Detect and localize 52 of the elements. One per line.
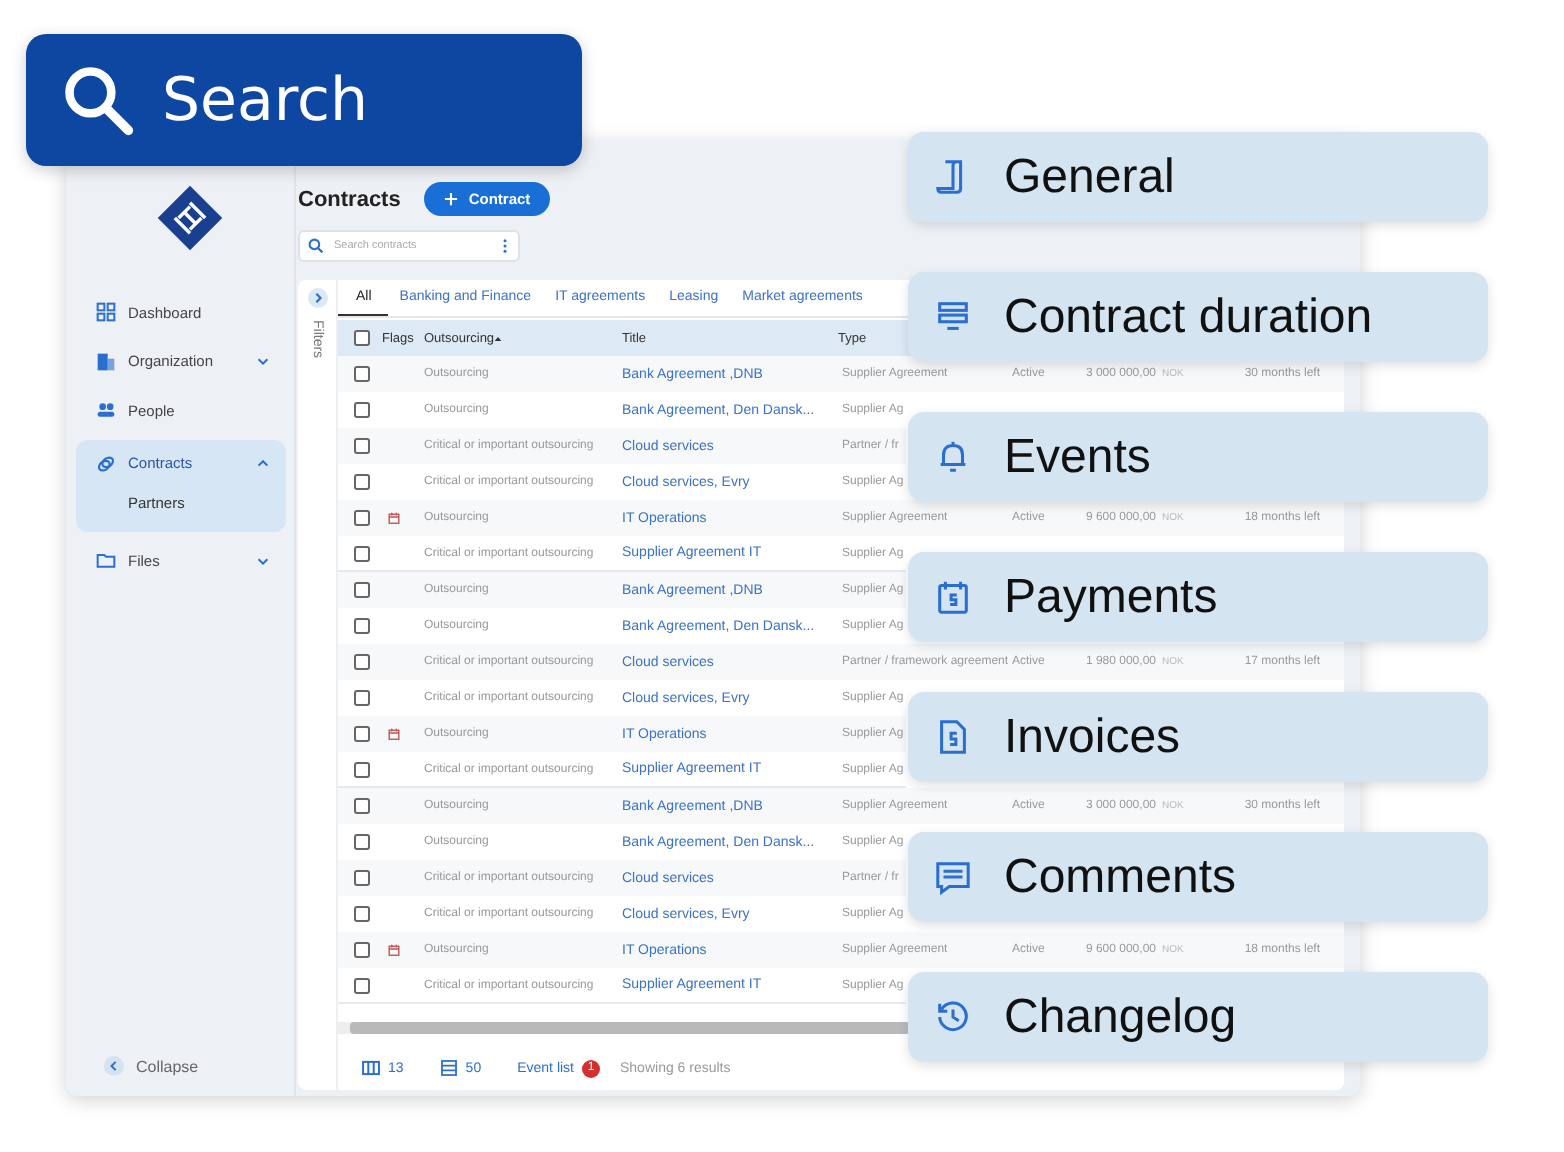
dashboard-icon bbox=[96, 302, 116, 323]
checkbox[interactable] bbox=[354, 761, 370, 777]
dollar-document-icon bbox=[934, 718, 972, 756]
checkbox[interactable] bbox=[354, 474, 370, 490]
search-icon bbox=[60, 62, 136, 138]
checkbox[interactable] bbox=[354, 690, 370, 706]
feature-card: Invoices bbox=[908, 692, 1488, 782]
chevron-down-icon[interactable] bbox=[256, 354, 270, 369]
checkbox[interactable] bbox=[354, 366, 370, 382]
banner-label: Search bbox=[162, 65, 369, 135]
search-icon bbox=[308, 238, 324, 254]
building-icon bbox=[96, 351, 116, 372]
checkbox[interactable] bbox=[354, 618, 370, 634]
checkbox[interactable] bbox=[354, 510, 370, 526]
checkbox[interactable] bbox=[354, 582, 370, 598]
checkbox[interactable] bbox=[354, 942, 370, 958]
calendar-dollar-icon bbox=[934, 578, 972, 616]
feature-card: General bbox=[908, 132, 1488, 222]
feature-card: Payments bbox=[908, 552, 1488, 642]
checkbox[interactable] bbox=[354, 654, 370, 670]
chevron-up-icon[interactable] bbox=[256, 456, 270, 471]
chevron-down-icon[interactable] bbox=[256, 553, 270, 568]
checkbox[interactable] bbox=[354, 438, 370, 454]
folder-icon bbox=[96, 550, 116, 571]
feature-card: Contract duration bbox=[908, 272, 1488, 362]
checkbox[interactable] bbox=[354, 906, 370, 922]
stacked-bars-icon bbox=[934, 298, 972, 336]
checkbox[interactable] bbox=[354, 402, 370, 418]
checkbox[interactable] bbox=[354, 726, 370, 742]
plus-icon bbox=[444, 192, 459, 206]
expand-filters-icon[interactable] bbox=[307, 288, 327, 308]
columns-icon bbox=[362, 1060, 380, 1076]
horizontal-scrollbar[interactable] bbox=[338, 1022, 906, 1034]
feature-card: Changelog bbox=[908, 972, 1488, 1062]
feature-card: Comments bbox=[908, 832, 1488, 922]
collapse-button[interactable]: Collapse bbox=[76, 1056, 286, 1076]
checkbox[interactable] bbox=[354, 870, 370, 886]
people-icon bbox=[96, 400, 116, 421]
checkbox[interactable] bbox=[354, 798, 370, 814]
page-title: Contracts bbox=[298, 187, 401, 211]
sort-icon[interactable] bbox=[494, 335, 503, 341]
checkbox[interactable] bbox=[354, 977, 370, 993]
checkbox[interactable] bbox=[354, 834, 370, 850]
checkbox[interactable] bbox=[354, 330, 370, 346]
clock-icon bbox=[934, 998, 972, 1036]
chat-icon bbox=[934, 858, 972, 896]
more-icon[interactable] bbox=[502, 238, 508, 254]
feature-card: Events bbox=[908, 412, 1488, 502]
rows-icon bbox=[439, 1060, 458, 1076]
chevron-left-icon bbox=[104, 1056, 124, 1076]
link-icon bbox=[96, 453, 116, 474]
checkbox[interactable] bbox=[354, 545, 370, 561]
